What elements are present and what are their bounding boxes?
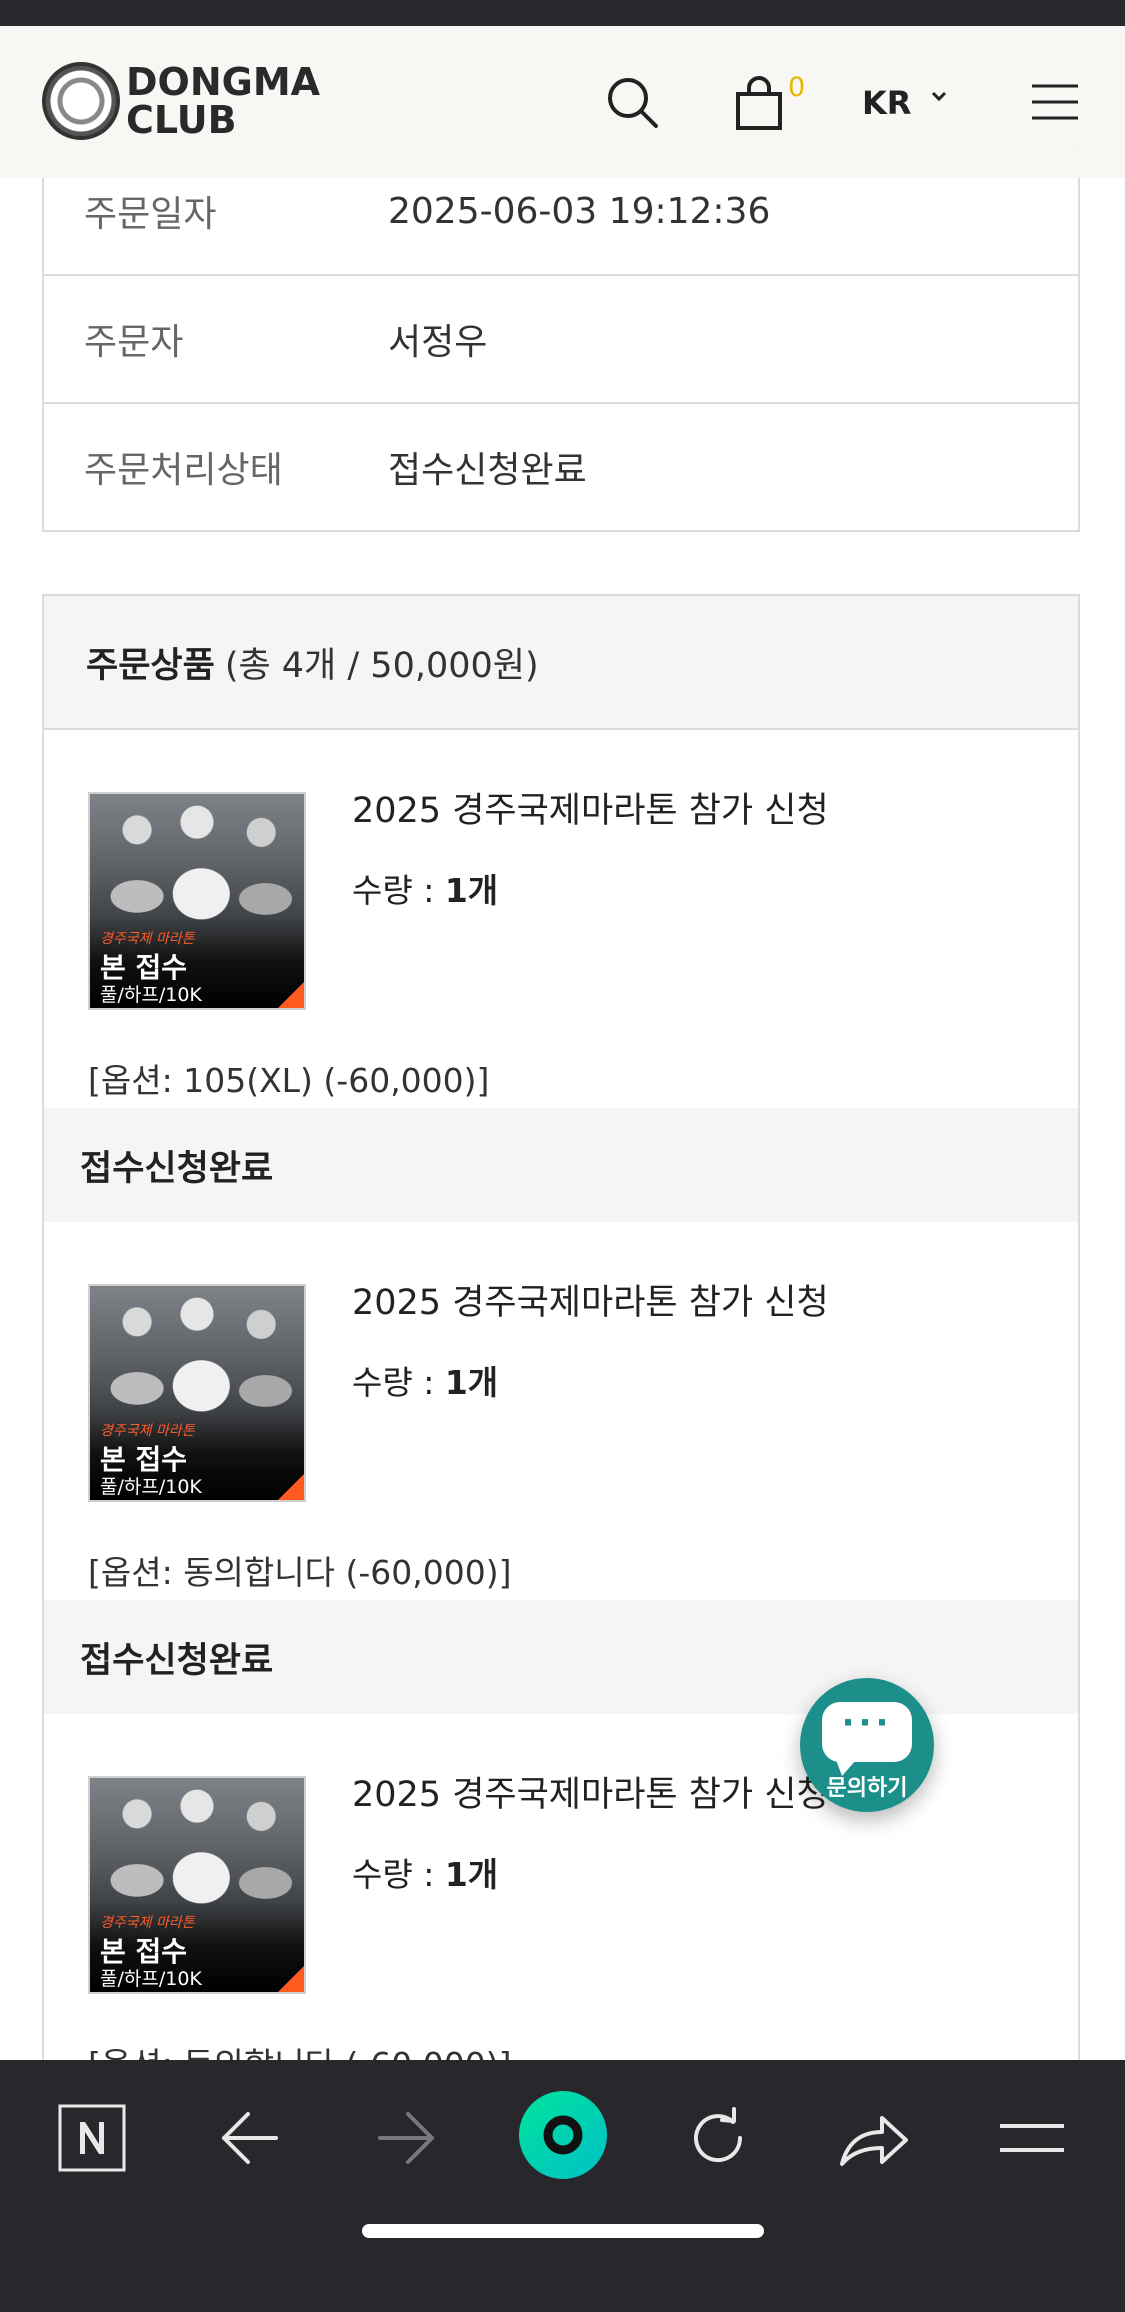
language-selector[interactable]: KR [862, 84, 911, 122]
item-status-bar: 접수신청완료 [44, 1600, 1078, 1714]
product-title[interactable]: 2025 경주국제마라톤 참가 신청 [352, 1274, 829, 1325]
runners-photo [90, 794, 304, 923]
thumbnail-corner-accent [278, 982, 304, 1008]
thumbnail-corner-accent [278, 1474, 304, 1500]
thumbnail-corner-accent [278, 1966, 304, 1992]
logo-text: DONGMA CLUB [126, 63, 320, 139]
orderer-row: 주문자 서정우 [44, 274, 1078, 402]
search-icon[interactable] [604, 74, 660, 130]
back-arrow-icon[interactable] [220, 2110, 280, 2166]
inquiry-chat-label: 문의하기 [826, 1776, 908, 1801]
thumbnail-sub-text: 풀/하프/10K [100, 1476, 202, 1498]
thumbnail-event-text: 경주국제 마라톤 [100, 931, 195, 947]
quantity-value: 1개 [444, 1363, 499, 1402]
cart-count-badge: 0 [788, 72, 806, 103]
thumbnail-event-text: 경주국제 마라톤 [100, 1423, 195, 1439]
order-status-value: 접수신청완료 [388, 450, 587, 491]
club-emblem-icon [42, 62, 120, 140]
order-status-row: 주문처리상태 접수신청완료 [44, 402, 1078, 530]
product-option: [옵션: 105(XL) (-60,000)] [88, 1061, 490, 1100]
status-bar [0, 0, 1125, 26]
chevron-down-icon [931, 91, 947, 102]
product-thumbnail[interactable]: 경주국제 마라톤 본 접수 풀/하프/10K [88, 1284, 306, 1502]
order-items-summary: (총 4개 / 50,000원) [224, 645, 539, 686]
order-items-title: 주문상품 [86, 645, 215, 686]
share-icon[interactable] [838, 2108, 910, 2170]
quantity-label: 수량 : [352, 1855, 445, 1894]
product-option: [옵션: 동의합니다 (-60,000)] [88, 1553, 512, 1592]
product-title[interactable]: 2025 경주국제마라톤 참가 신청 [352, 782, 829, 833]
thumbnail-sub-text: 풀/하프/10K [100, 1968, 202, 1990]
green-dot-icon[interactable] [518, 2090, 608, 2180]
orderer-value: 서정우 [388, 322, 488, 363]
product-quantity: 수량 : 1개 [352, 864, 498, 912]
thumbnail-sub-text: 풀/하프/10K [100, 984, 202, 1006]
order-detail-content: 주문일자 2025-06-03 19:12:36 주문자 서정우 주문처리상태 … [0, 26, 1125, 2060]
quantity-label: 수량 : [352, 1363, 445, 1402]
product-option: [옵션: 동의합니다 (-60,000)] [88, 2038, 512, 2060]
logo-line-2: CLUB [126, 98, 237, 142]
order-info-table: 주문일자 2025-06-03 19:12:36 주문자 서정우 주문처리상태 … [42, 146, 1080, 532]
quantity-label: 수량 : [352, 871, 445, 910]
order-items-heading: 주문상품 (총 4개 / 50,000원) [44, 596, 1078, 730]
runners-photo [90, 1286, 304, 1415]
item-status-bar: 접수신청완료 [44, 1108, 1078, 1222]
logo-line-1: DONGMA [126, 60, 321, 104]
dongma-club-logo[interactable]: DONGMA CLUB [42, 62, 320, 140]
forward-arrow-icon[interactable] [376, 2110, 436, 2166]
hamburger-menu-icon[interactable] [1030, 82, 1080, 122]
quantity-value: 1개 [444, 1855, 499, 1894]
site-header: DONGMA CLUB 0 KR [0, 26, 1125, 178]
refresh-icon[interactable] [686, 2106, 750, 2170]
order-date-label: 주문일자 [84, 194, 217, 235]
product-quantity: 수량 : 1개 [352, 1356, 498, 1404]
home-indicator[interactable] [362, 2224, 764, 2238]
browser-toolbar [0, 2060, 1125, 2312]
order-items-box: 주문상품 (총 4개 / 50,000원) 경주국제 마라톤 본 접수 풀/하프… [42, 594, 1080, 2060]
naver-n-icon[interactable] [58, 2104, 126, 2172]
order-date-value: 2025-06-03 19:12:36 [388, 190, 771, 232]
product-thumbnail[interactable]: 경주국제 마라톤 본 접수 풀/하프/10K [88, 792, 306, 1010]
product-quantity: 수량 : 1개 [352, 1848, 498, 1896]
inquiry-chat-button[interactable]: ··· 문의하기 [800, 1678, 934, 1812]
orderer-label: 주문자 [84, 322, 184, 363]
quantity-value: 1개 [444, 871, 499, 910]
order-item: 경주국제 마라톤 본 접수 풀/하프/10K 2025 경주국제마라톤 참가 신… [44, 1222, 1078, 1600]
product-thumbnail[interactable]: 경주국제 마라톤 본 접수 풀/하프/10K [88, 1776, 306, 1994]
order-item: 경주국제 마라톤 본 접수 풀/하프/10K 2025 경주국제마라톤 참가 신… [44, 730, 1078, 1108]
menu-icon[interactable] [998, 2120, 1066, 2156]
product-title[interactable]: 2025 경주국제마라톤 참가 신청 [352, 1766, 829, 1817]
thumbnail-event-text: 경주국제 마라톤 [100, 1915, 195, 1931]
shopping-bag-icon[interactable] [734, 76, 784, 132]
chat-bubble-icon: ··· [822, 1702, 912, 1776]
order-status-label: 주문처리상태 [84, 450, 283, 491]
runners-photo [90, 1778, 304, 1907]
